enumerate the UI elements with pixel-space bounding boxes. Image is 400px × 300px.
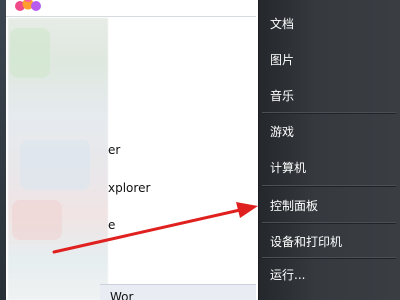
program-item[interactable]: e — [108, 218, 115, 232]
menu-item-pictures[interactable]: 图片 — [270, 51, 294, 68]
menu-item-control-panel[interactable]: 控制面板 — [270, 197, 318, 214]
menu-divider — [262, 112, 396, 113]
blurred-icon-red — [12, 200, 62, 240]
menu-divider — [262, 257, 396, 258]
screen: er xplorer e Wor 文档 图片 音乐 游戏 计算机 控制面板 设备… — [0, 0, 400, 300]
menu-item-computer[interactable]: 计算机 — [270, 159, 306, 176]
menu-item-games[interactable]: 游戏 — [270, 123, 294, 140]
start-menu-right-panel — [258, 0, 400, 300]
menu-divider — [262, 222, 396, 223]
menu-item-devices-printers[interactable]: 设备和打印机 — [270, 233, 342, 250]
blurred-icon-green — [10, 28, 50, 78]
menu-divider — [262, 185, 396, 186]
program-item[interactable]: er — [108, 143, 120, 157]
program-item[interactable]: xplorer — [108, 181, 150, 195]
blurred-icon-blue — [20, 140, 90, 190]
menu-item-run[interactable]: 运行... — [270, 266, 305, 283]
program-item[interactable]: Wor — [110, 290, 133, 300]
menu-item-music[interactable]: 音乐 — [270, 87, 294, 104]
windows-orb-icon — [15, 0, 41, 11]
menu-item-documents[interactable]: 文档 — [270, 15, 294, 32]
